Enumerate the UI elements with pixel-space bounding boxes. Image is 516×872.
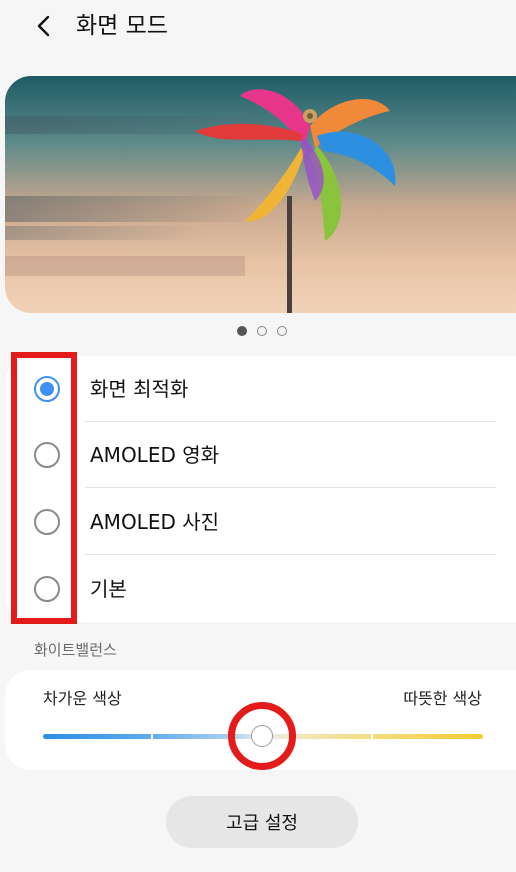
mode-option-basic[interactable]: 기본	[5, 556, 516, 622]
mode-option-amoled-photo[interactable]: AMOLED 사진	[5, 489, 516, 555]
warm-color-label: 따뜻한 색상	[403, 689, 482, 708]
advanced-settings-button[interactable]: 고급 설정	[166, 796, 358, 848]
mode-option-label: 기본	[90, 577, 127, 601]
slider-tick	[151, 733, 153, 740]
mode-option-amoled-cinema[interactable]: AMOLED 영화	[5, 422, 516, 488]
screen-mode-list: 화면 최적화 AMOLED 영화 AMOLED 사진 기본	[5, 356, 516, 622]
page-dot-2[interactable]	[257, 326, 267, 336]
page-dot-3[interactable]	[277, 326, 287, 336]
slider-thumb[interactable]	[251, 725, 273, 747]
page-indicator	[237, 325, 287, 337]
slider-tick	[371, 733, 373, 740]
radio-button[interactable]	[34, 509, 60, 535]
top-bar: 화면 모드	[0, 0, 516, 52]
back-button[interactable]	[28, 10, 60, 42]
divider	[85, 554, 496, 555]
radio-button[interactable]	[34, 576, 60, 602]
divider	[85, 487, 496, 488]
cool-color-label: 차가운 색상	[43, 689, 122, 708]
chevron-left-icon	[37, 15, 50, 37]
radio-button-selected[interactable]	[34, 376, 60, 402]
page-dot-1[interactable]	[237, 326, 247, 336]
radio-button[interactable]	[34, 442, 60, 468]
mode-option-label: 화면 최적화	[90, 377, 189, 401]
white-balance-card: 차가운 색상 따뜻한 색상	[5, 670, 516, 770]
mode-option-label: AMOLED 영화	[90, 443, 220, 467]
white-balance-header: 화이트밸런스	[34, 641, 117, 659]
page-title: 화면 모드	[76, 13, 168, 39]
mode-option-label: AMOLED 사진	[90, 510, 220, 534]
pinwheel-image	[5, 76, 516, 313]
preview-image[interactable]	[5, 76, 516, 313]
mode-option-optimized[interactable]: 화면 최적화	[5, 356, 516, 422]
